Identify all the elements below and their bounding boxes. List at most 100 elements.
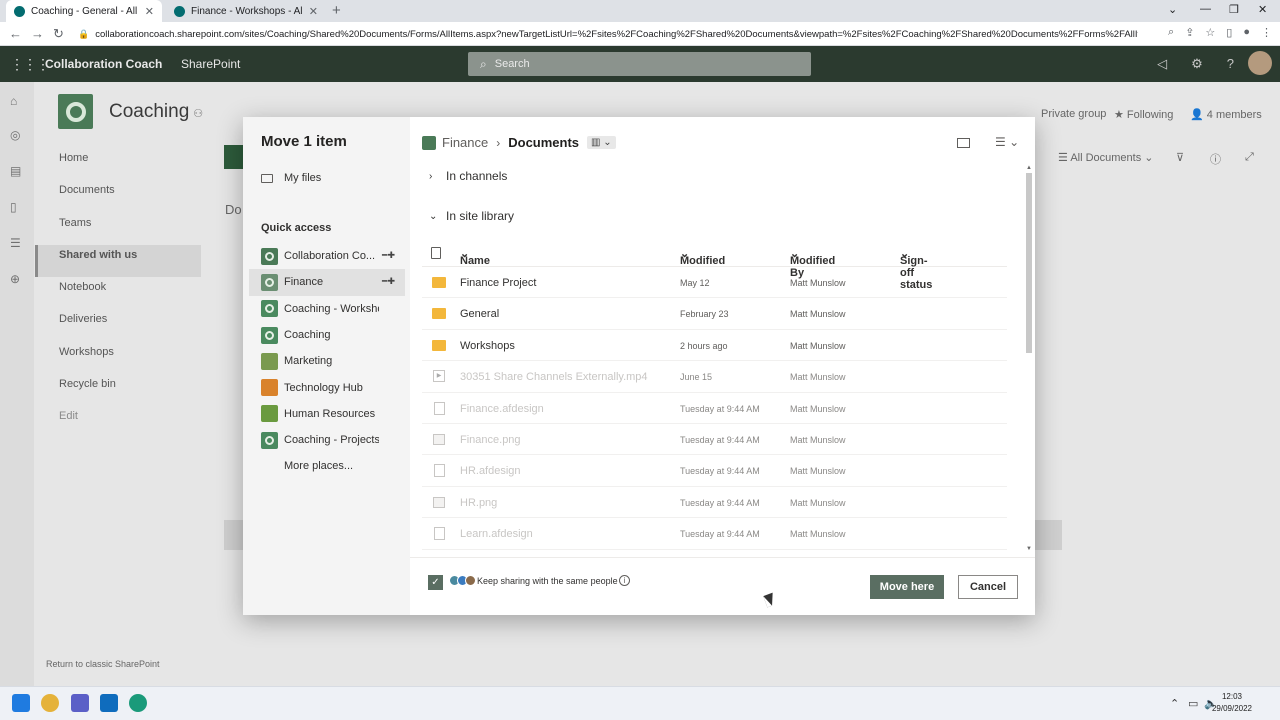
chrome-icon[interactable]: [41, 694, 59, 712]
folder-icon: [432, 339, 446, 351]
scroll-down-icon[interactable]: ▼: [1026, 546, 1032, 552]
gear-icon[interactable]: ⚙: [1191, 56, 1203, 72]
file-icon[interactable]: ▯: [10, 200, 17, 214]
sharepoint-link[interactable]: SharePoint: [181, 57, 240, 71]
close-tab-icon[interactable]: ✕: [145, 5, 154, 18]
nav-item-edit[interactable]: Edit: [35, 406, 201, 438]
tab-title: Coaching - General - All Documents: [31, 5, 139, 17]
nav-item-deliveries[interactable]: Deliveries: [35, 309, 201, 341]
outlook-icon[interactable]: [100, 694, 118, 712]
quick-access-item[interactable]: Collaboration Co... ━✚: [249, 243, 405, 269]
nav-item-home[interactable]: Home: [35, 148, 201, 180]
in-channels-toggle[interactable]: › In channels: [429, 169, 507, 183]
file-list-scrollbar[interactable]: ▲ ▼: [1024, 163, 1034, 555]
nav-item-workshops[interactable]: Workshops: [35, 342, 201, 374]
in-site-library-toggle[interactable]: ⌄ In site library: [429, 209, 514, 223]
new-tab-icon[interactable]: +: [332, 2, 341, 19]
search-input[interactable]: ⌕ Search: [468, 52, 811, 76]
sharepoint-favicon-icon: [14, 5, 25, 17]
view-options-icon[interactable]: ☰ ⌄: [995, 135, 1019, 149]
site-icon: [261, 431, 278, 449]
teams-icon[interactable]: [71, 694, 89, 712]
column-name[interactable]: Name ⌄: [460, 247, 490, 267]
news-icon[interactable]: ▤: [10, 164, 21, 178]
return-to-classic-link[interactable]: Return to classic SharePoint: [46, 659, 160, 669]
network-icon[interactable]: ▭: [1188, 697, 1198, 710]
follow-label: Following: [1126, 109, 1174, 121]
info-icon[interactable]: i: [619, 575, 630, 586]
table-row: HR.png Tuesday at 9:44 AM Matt Munslow: [422, 487, 1007, 519]
quick-access-item[interactable]: Coaching - Workshops: [249, 296, 405, 322]
info-pane-icon[interactable]: ⓘ: [1210, 151, 1221, 167]
avatar[interactable]: [1248, 51, 1272, 75]
pin-icon[interactable]: ━✚: [382, 250, 395, 261]
back-icon[interactable]: ←: [9, 26, 22, 41]
table-row[interactable]: General February 23 Matt Munslow: [422, 298, 1007, 330]
scrollbar-thumb[interactable]: [1026, 173, 1032, 353]
browser-tab-coaching[interactable]: Coaching - General - All Documents ✕: [6, 0, 162, 22]
suite-app-name[interactable]: Collaboration Coach: [45, 57, 162, 71]
members-button[interactable]: 👤 4 members: [1190, 108, 1262, 121]
nav-item-documents[interactable]: Documents: [35, 180, 201, 212]
view-selector[interactable]: ☰ All Documents ⌄: [1058, 151, 1154, 164]
quick-access-item[interactable]: Coaching: [249, 322, 405, 348]
list-icon[interactable]: ☰: [10, 236, 21, 250]
nav-item-teams[interactable]: Teams: [35, 213, 201, 245]
more-places-link[interactable]: More places...: [284, 460, 353, 472]
keep-sharing-checkbox[interactable]: ✓: [428, 575, 443, 590]
nav-item-notebook[interactable]: Notebook: [35, 277, 201, 309]
megaphone-icon[interactable]: ◁: [1157, 56, 1167, 72]
app-launcher-icon[interactable]: ⋮⋮⋮: [10, 56, 50, 73]
column-modified-by[interactable]: Modified By ⌄: [790, 247, 835, 279]
expand-icon[interactable]: ⤢: [1245, 151, 1254, 164]
table-row[interactable]: Finance Project May 12 Matt Munslow: [422, 267, 1007, 299]
create-icon[interactable]: ⊕: [10, 272, 20, 286]
zoom-icon[interactable]: ⌕: [1168, 26, 1174, 39]
column-modified[interactable]: Modified ⌄: [680, 247, 725, 267]
quick-access-item[interactable]: Coaching - Projects: [249, 427, 405, 453]
browser-tab-finance[interactable]: Finance - Workshops - All Documents ✕: [166, 0, 326, 22]
home-icon[interactable]: ⌂: [10, 94, 17, 108]
minimize-icon[interactable]: —: [1200, 3, 1211, 15]
start-icon[interactable]: [12, 694, 30, 712]
site-icon: [261, 273, 278, 291]
reload-icon[interactable]: ↻: [53, 26, 64, 42]
bookmark-star-icon[interactable]: ☆: [1205, 26, 1215, 39]
scroll-up-icon[interactable]: ▲: [1026, 165, 1032, 171]
move-here-button[interactable]: Move here: [870, 575, 944, 599]
close-window-icon[interactable]: ✕: [1258, 3, 1267, 16]
side-panel-icon[interactable]: ▯: [1226, 26, 1232, 39]
library-switcher-icon[interactable]: ▥ ⌄: [587, 136, 616, 149]
cancel-button[interactable]: Cancel: [958, 575, 1018, 599]
pin-icon[interactable]: ━✚: [382, 276, 395, 287]
taskbar-clock[interactable]: 12:03 29/09/2022: [1212, 691, 1252, 715]
forward-icon[interactable]: →: [31, 26, 44, 41]
nav-item-shared-with-us[interactable]: Shared with us: [35, 244, 201, 278]
quick-access-item-selected[interactable]: Finance ━✚: [249, 269, 405, 296]
restore-icon[interactable]: ❐: [1229, 3, 1239, 16]
file-modified-by: Matt Munslow: [790, 278, 846, 288]
tab-search-icon[interactable]: ⌄: [1168, 3, 1177, 16]
file-type-icon[interactable]: [431, 247, 441, 259]
quick-access-item[interactable]: Technology Hub: [249, 374, 405, 400]
my-files-link[interactable]: My files: [261, 172, 321, 184]
breadcrumb-site[interactable]: Finance: [442, 135, 488, 150]
column-signoff-status[interactable]: Sign-off status ⌄: [900, 247, 932, 291]
globe-icon[interactable]: ◎: [10, 128, 20, 142]
browser-menu-icon[interactable]: ⋮: [1261, 26, 1272, 39]
new-button[interactable]: [224, 145, 244, 169]
quick-access-item[interactable]: Marketing: [249, 348, 405, 374]
filter-icon[interactable]: ⊽: [1176, 151, 1184, 164]
quick-access-item[interactable]: Human Resources: [249, 401, 405, 427]
profile-icon[interactable]: ●: [1243, 26, 1250, 39]
url-field[interactable]: 🔒 collaborationcoach.sharepoint.com/site…: [78, 25, 1138, 43]
chevron-up-icon[interactable]: ⌃: [1170, 697, 1179, 710]
share-icon[interactable]: ⇪: [1185, 26, 1194, 39]
help-icon[interactable]: ?: [1227, 56, 1234, 72]
table-row[interactable]: Workshops 2 hours ago Matt Munslow: [422, 330, 1007, 362]
new-folder-icon[interactable]: [957, 138, 970, 148]
follow-button[interactable]: ★ Following: [1114, 108, 1173, 121]
close-tab-icon[interactable]: ✕: [309, 5, 318, 18]
nav-item-recycle-bin[interactable]: Recycle bin: [35, 374, 201, 406]
edge-icon[interactable]: [129, 694, 147, 712]
